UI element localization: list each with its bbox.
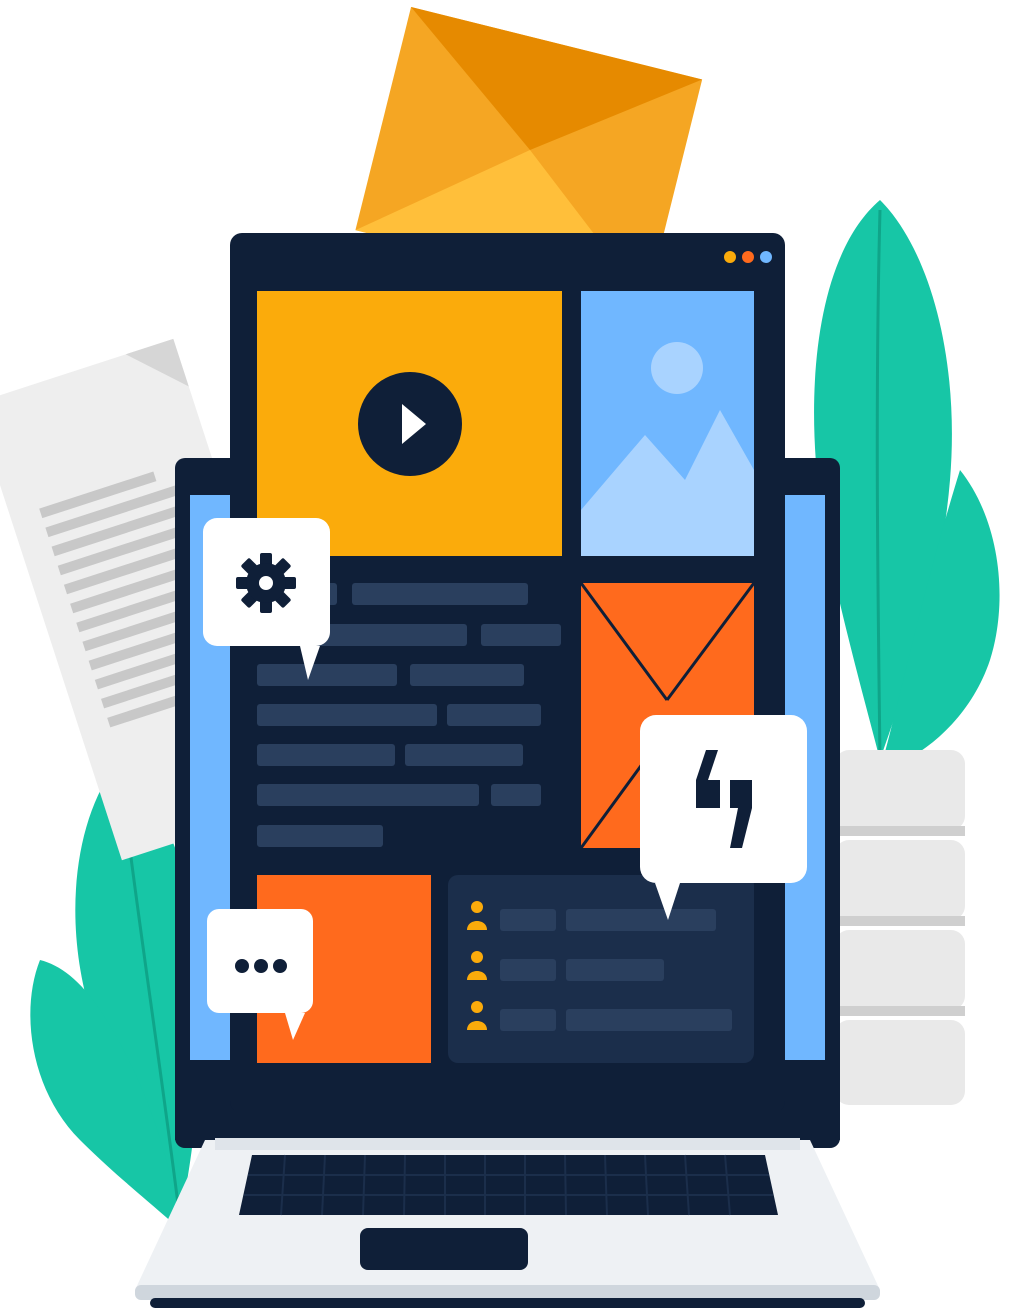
- laptop-illustration: [0, 6, 1000, 1308]
- browser-window: [230, 233, 785, 1113]
- paper-stack: [835, 750, 965, 1105]
- window-dot-orange[interactable]: [742, 251, 754, 263]
- image-tile[interactable]: [581, 291, 754, 556]
- ellipsis-icon: [235, 959, 287, 973]
- video-tile[interactable]: [257, 291, 562, 556]
- trackpad[interactable]: [360, 1228, 528, 1270]
- window-dot-amber[interactable]: [724, 251, 736, 263]
- window-dot-blue[interactable]: [760, 251, 772, 263]
- gear-icon: [236, 553, 296, 613]
- window-controls: [724, 251, 772, 263]
- user-list-card: [448, 875, 754, 1063]
- plant-right: [814, 200, 1000, 770]
- keyboard[interactable]: [239, 1154, 778, 1216]
